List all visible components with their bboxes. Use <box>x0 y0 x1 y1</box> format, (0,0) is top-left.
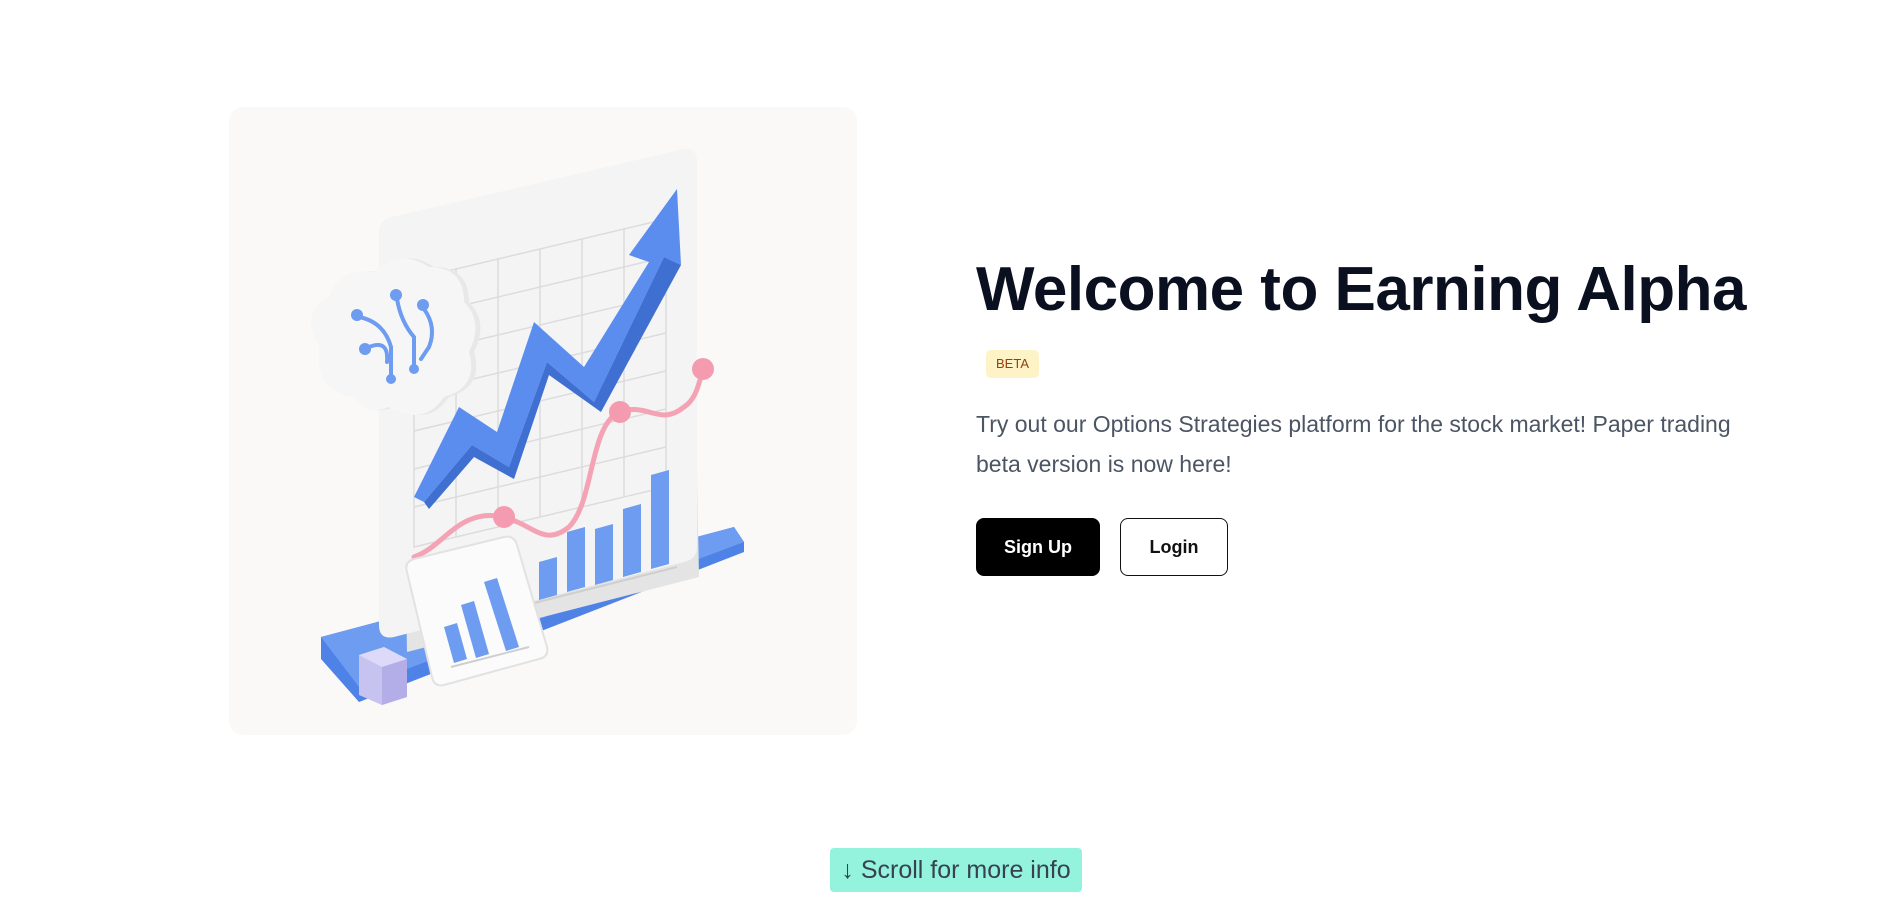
login-button[interactable]: Login <box>1120 518 1228 576</box>
hero-content: Welcome to Earning Alpha BETA Try out ou… <box>976 250 1756 576</box>
beta-badge: BETA <box>986 350 1039 378</box>
landing-page: Welcome to Earning Alpha BETA Try out ou… <box>0 0 1897 897</box>
growth-chart-illustration-icon <box>311 148 744 705</box>
hero-description: Try out our Options Strategies platform … <box>976 411 1731 477</box>
hero-illustration <box>229 107 857 735</box>
hero-actions: Sign Up Login <box>976 518 1756 576</box>
scroll-hint[interactable]: ↓ Scroll for more info <box>830 848 1082 892</box>
sign-up-button[interactable]: Sign Up <box>976 518 1100 576</box>
page-title: Welcome to Earning Alpha <box>976 255 1747 324</box>
